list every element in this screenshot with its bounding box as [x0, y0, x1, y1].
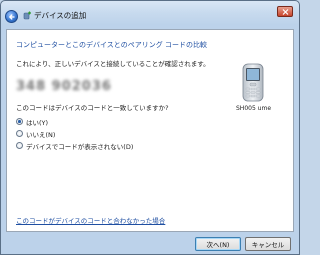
add-device-icon — [23, 11, 31, 20]
next-button[interactable]: 次へ(N) — [195, 237, 241, 251]
option-no-label[interactable]: いいえ(N) — [26, 129, 55, 139]
window-title: デバイスの追加 — [34, 11, 87, 20]
match-options: はい(Y) いいえ(N) デバイスでコードが表示されない(D) — [16, 116, 133, 152]
back-arrow-icon[interactable] — [5, 10, 18, 23]
close-icon — [282, 9, 289, 15]
option-not-shown[interactable]: デバイスでコードが表示されない(D) — [16, 140, 133, 151]
option-yes[interactable]: はい(Y) — [16, 116, 133, 127]
close-button[interactable] — [277, 6, 293, 17]
page-description: これにより、正しいデバイスと接続していることが確認されます。 — [16, 60, 210, 68]
option-not-shown-label[interactable]: デバイスでコードが表示されない(D) — [26, 141, 133, 151]
add-device-window: デバイスの追加 コンピューターとこのデバイスとのペアリング コードの比較 これに… — [0, 0, 300, 255]
pairing-code: 348 902036 — [16, 79, 112, 94]
match-question: このコードはデバイスのコードと一致していますか? — [16, 104, 169, 112]
dialog-footer: 次へ(N) キャンセル — [1, 233, 299, 255]
option-no[interactable]: いいえ(N) — [16, 128, 133, 139]
radio-not-shown[interactable] — [16, 142, 23, 149]
page-heading: コンピューターとこのデバイスとのペアリング コードの比較 — [16, 41, 207, 49]
content-pane: コンピューターとこのデバイスとのペアリング コードの比較 これにより、正しいデバ… — [6, 29, 294, 232]
option-yes-label[interactable]: はい(Y) — [26, 117, 48, 127]
radio-yes[interactable] — [16, 118, 23, 125]
device-name: SH005 ume — [236, 105, 272, 112]
title-bar: デバイスの追加 — [1, 1, 299, 29]
code-mismatch-help-link[interactable]: このコードがデバイスのコードと合わなかった場合 — [16, 215, 165, 225]
cancel-button[interactable]: キャンセル — [245, 237, 291, 251]
radio-no[interactable] — [16, 130, 23, 137]
